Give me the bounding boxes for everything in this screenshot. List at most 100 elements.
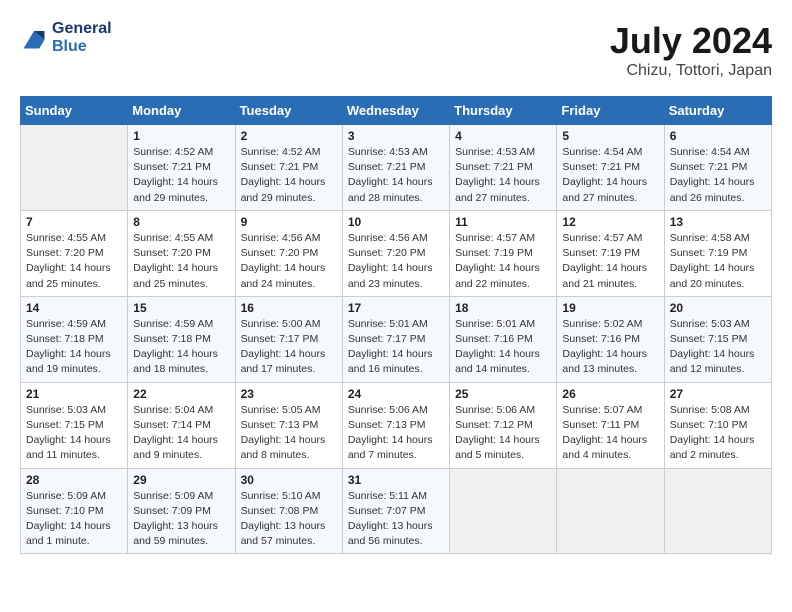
day-number: 14 — [26, 301, 122, 315]
day-info: Sunrise: 5:07 AM Sunset: 7:11 PM Dayligh… — [562, 403, 658, 464]
logo-icon — [20, 24, 48, 52]
page-header: General Blue July 2024 Chizu, Tottori, J… — [20, 20, 772, 80]
day-cell: 25 Sunrise: 5:06 AM Sunset: 7:12 PM Dayli… — [450, 382, 557, 468]
day-info: Sunrise: 4:56 AM Sunset: 7:20 PM Dayligh… — [348, 231, 444, 292]
day-number: 28 — [26, 473, 122, 487]
day-cell: 2Sunrise: 4:52 AM Sunset: 7:21 PM Daylig… — [235, 125, 342, 211]
day-number: 20 — [670, 301, 766, 315]
day-info: Sunrise: 5:06 AM Sunset: 7:13 PM Dayligh… — [348, 403, 444, 464]
day-cell: 22 Sunrise: 5:04 AM Sunset: 7:14 PM Dayli… — [128, 382, 235, 468]
day-info: Sunrise: 4:54 AM Sunset: 7:21 PM Dayligh… — [670, 145, 766, 206]
day-number: 8 — [133, 215, 229, 229]
day-cell — [557, 468, 664, 554]
day-cell: 30 Sunrise: 5:10 AM Sunset: 7:08 PM Dayli… — [235, 468, 342, 554]
day-number: 3 — [348, 129, 444, 143]
day-cell: 18 Sunrise: 5:01 AM Sunset: 7:16 PM Dayli… — [450, 296, 557, 382]
day-number: 16 — [241, 301, 337, 315]
day-info: Sunrise: 5:04 AM Sunset: 7:14 PM Dayligh… — [133, 403, 229, 464]
day-info: Sunrise: 4:52 AM Sunset: 7:21 PM Dayligh… — [133, 145, 229, 206]
day-cell: 7Sunrise: 4:55 AM Sunset: 7:20 PM Daylig… — [21, 210, 128, 296]
day-info: Sunrise: 5:09 AM Sunset: 7:09 PM Dayligh… — [133, 489, 229, 550]
day-cell — [450, 468, 557, 554]
day-info: Sunrise: 5:05 AM Sunset: 7:13 PM Dayligh… — [241, 403, 337, 464]
logo-text: General Blue — [52, 20, 112, 56]
calendar-table: SundayMondayTuesdayWednesdayThursdayFrid… — [20, 96, 772, 554]
week-row-5: 28Sunrise: 5:09 AM Sunset: 7:10 PM Dayli… — [21, 468, 772, 554]
day-info: Sunrise: 4:59 AM Sunset: 7:18 PM Dayligh… — [133, 317, 229, 378]
day-info: Sunrise: 5:01 AM Sunset: 7:17 PM Dayligh… — [348, 317, 444, 378]
day-number: 27 — [670, 387, 766, 401]
day-number: 18 — [455, 301, 551, 315]
day-info: Sunrise: 5:02 AM Sunset: 7:16 PM Dayligh… — [562, 317, 658, 378]
day-cell: 4Sunrise: 4:53 AM Sunset: 7:21 PM Daylig… — [450, 125, 557, 211]
day-info: Sunrise: 5:11 AM Sunset: 7:07 PM Dayligh… — [348, 489, 444, 550]
day-info: Sunrise: 5:06 AM Sunset: 7:12 PM Dayligh… — [455, 403, 551, 464]
title-block: July 2024 Chizu, Tottori, Japan — [610, 20, 772, 80]
day-cell: 31 Sunrise: 5:11 AM Sunset: 7:07 PM Dayli… — [342, 468, 449, 554]
col-header-friday: Friday — [557, 97, 664, 125]
location: Chizu, Tottori, Japan — [610, 62, 772, 80]
day-number: 19 — [562, 301, 658, 315]
day-cell — [21, 125, 128, 211]
day-cell: 24 Sunrise: 5:06 AM Sunset: 7:13 PM Dayli… — [342, 382, 449, 468]
day-info: Sunrise: 4:55 AM Sunset: 7:20 PM Dayligh… — [26, 231, 122, 292]
day-number: 25 — [455, 387, 551, 401]
day-number: 6 — [670, 129, 766, 143]
day-cell: 20 Sunrise: 5:03 AM Sunset: 7:15 PM Dayli… — [664, 296, 771, 382]
day-cell: 14Sunrise: 4:59 AM Sunset: 7:18 PM Dayli… — [21, 296, 128, 382]
day-info: Sunrise: 4:55 AM Sunset: 7:20 PM Dayligh… — [133, 231, 229, 292]
day-number: 10 — [348, 215, 444, 229]
week-row-2: 7Sunrise: 4:55 AM Sunset: 7:20 PM Daylig… — [21, 210, 772, 296]
day-info: Sunrise: 4:58 AM Sunset: 7:19 PM Dayligh… — [670, 231, 766, 292]
day-number: 1 — [133, 129, 229, 143]
day-info: Sunrise: 5:08 AM Sunset: 7:10 PM Dayligh… — [670, 403, 766, 464]
col-header-monday: Monday — [128, 97, 235, 125]
day-info: Sunrise: 5:03 AM Sunset: 7:15 PM Dayligh… — [26, 403, 122, 464]
day-info: Sunrise: 5:01 AM Sunset: 7:16 PM Dayligh… — [455, 317, 551, 378]
day-number: 30 — [241, 473, 337, 487]
day-number: 17 — [348, 301, 444, 315]
day-number: 22 — [133, 387, 229, 401]
day-cell: 29 Sunrise: 5:09 AM Sunset: 7:09 PM Dayli… — [128, 468, 235, 554]
day-cell: 23 Sunrise: 5:05 AM Sunset: 7:13 PM Dayli… — [235, 382, 342, 468]
day-cell: 6 Sunrise: 4:54 AM Sunset: 7:21 PM Daylig… — [664, 125, 771, 211]
day-number: 29 — [133, 473, 229, 487]
day-number: 26 — [562, 387, 658, 401]
logo: General Blue — [20, 20, 112, 56]
day-number: 9 — [241, 215, 337, 229]
day-cell: 12 Sunrise: 4:57 AM Sunset: 7:19 PM Dayli… — [557, 210, 664, 296]
day-info: Sunrise: 4:57 AM Sunset: 7:19 PM Dayligh… — [562, 231, 658, 292]
col-header-saturday: Saturday — [664, 97, 771, 125]
day-info: Sunrise: 4:56 AM Sunset: 7:20 PM Dayligh… — [241, 231, 337, 292]
day-cell: 28Sunrise: 5:09 AM Sunset: 7:10 PM Dayli… — [21, 468, 128, 554]
day-info: Sunrise: 5:03 AM Sunset: 7:15 PM Dayligh… — [670, 317, 766, 378]
day-number: 24 — [348, 387, 444, 401]
day-cell: 27 Sunrise: 5:08 AM Sunset: 7:10 PM Dayli… — [664, 382, 771, 468]
day-cell: 10 Sunrise: 4:56 AM Sunset: 7:20 PM Dayli… — [342, 210, 449, 296]
day-cell: 11Sunrise: 4:57 AM Sunset: 7:19 PM Dayli… — [450, 210, 557, 296]
day-number: 31 — [348, 473, 444, 487]
col-header-tuesday: Tuesday — [235, 97, 342, 125]
day-cell: 15Sunrise: 4:59 AM Sunset: 7:18 PM Dayli… — [128, 296, 235, 382]
day-cell: 17 Sunrise: 5:01 AM Sunset: 7:17 PM Dayli… — [342, 296, 449, 382]
day-number: 2 — [241, 129, 337, 143]
month-year: July 2024 — [610, 20, 772, 62]
week-row-3: 14 Sunrise: 4:59 AM Sunset: 7:18 PM Dayli… — [21, 296, 772, 382]
day-cell: 19 Sunrise: 5:02 AM Sunset: 7:16 PM Dayli… — [557, 296, 664, 382]
day-info: Sunrise: 4:54 AM Sunset: 7:21 PM Dayligh… — [562, 145, 658, 206]
day-number: 12 — [562, 215, 658, 229]
day-info: Sunrise: 4:53 AM Sunset: 7:21 PM Dayligh… — [348, 145, 444, 206]
day-info: Sunrise: 5:10 AM Sunset: 7:08 PM Dayligh… — [241, 489, 337, 550]
day-cell: 3 Sunrise: 4:53 AM Sunset: 7:21 PM Daylig… — [342, 125, 449, 211]
col-header-sunday: Sunday — [21, 97, 128, 125]
col-header-wednesday: Wednesday — [342, 97, 449, 125]
day-cell: 8 Sunrise: 4:55 AM Sunset: 7:20 PM Daylig… — [128, 210, 235, 296]
header-row: SundayMondayTuesdayWednesdayThursdayFrid… — [21, 97, 772, 125]
day-number: 21 — [26, 387, 122, 401]
day-number: 5 — [562, 129, 658, 143]
day-number: 23 — [241, 387, 337, 401]
day-info: Sunrise: 5:00 AM Sunset: 7:17 PM Dayligh… — [241, 317, 337, 378]
week-row-1: 1 Sunrise: 4:52 AM Sunset: 7:21 PM Daylig… — [21, 125, 772, 211]
day-cell: 9 Sunrise: 4:56 AM Sunset: 7:20 PM Daylig… — [235, 210, 342, 296]
day-cell: 5 Sunrise: 4:54 AM Sunset: 7:21 PM Daylig… — [557, 125, 664, 211]
